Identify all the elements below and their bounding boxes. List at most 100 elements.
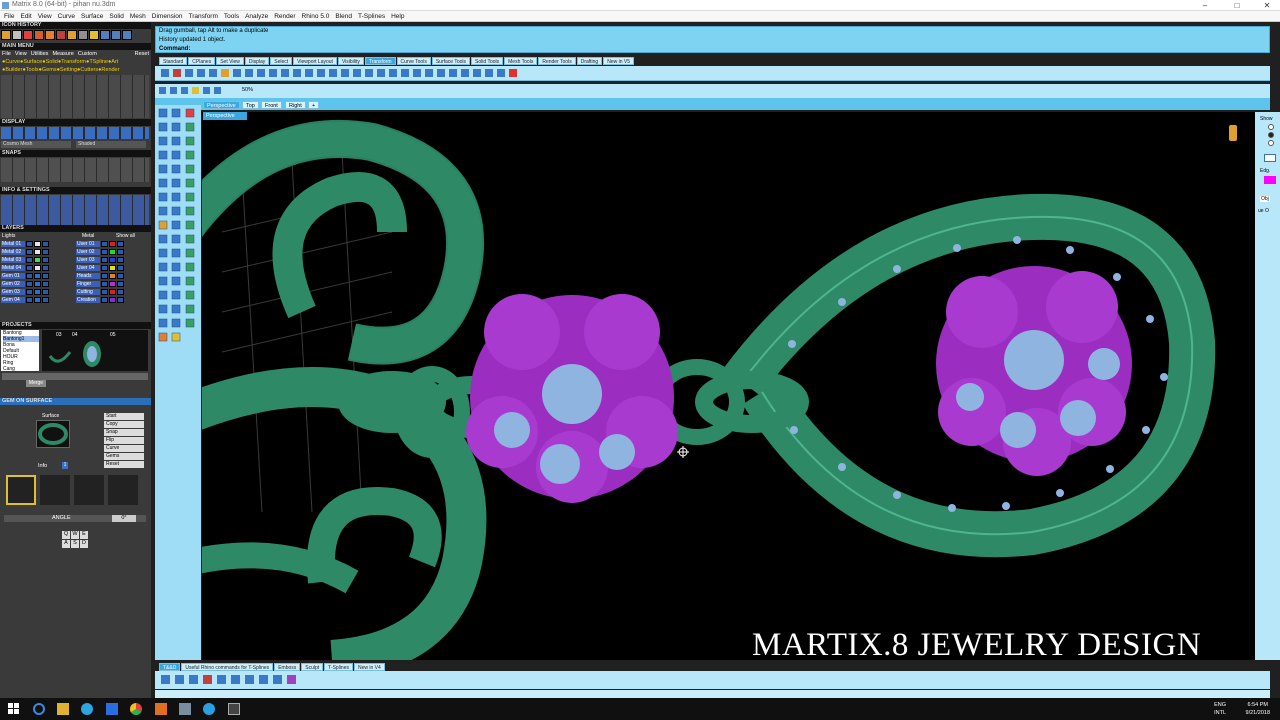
layer-color-swatch[interactable] <box>34 296 41 303</box>
layer-row[interactable]: Gem 04 <box>1 296 49 303</box>
layer-toggle-icon[interactable] <box>101 288 108 295</box>
menu-dimension[interactable]: Dimension <box>152 13 183 20</box>
project-merge-button[interactable]: Merge <box>26 380 46 387</box>
menu-transform[interactable]: Transform <box>189 13 218 20</box>
layer-row[interactable]: Gem 01 <box>1 272 49 279</box>
maximize-button[interactable]: □ <box>1222 0 1252 11</box>
key-s[interactable]: S <box>71 540 79 548</box>
add-viewport-tab-icon[interactable]: + <box>308 101 320 109</box>
tool-grid[interactable] <box>1 75 149 118</box>
viewport-tab-front[interactable]: Front <box>261 101 282 109</box>
menu-rhino[interactable]: Rhino 5.0 <box>302 13 330 20</box>
osnap-icons[interactable] <box>159 86 229 96</box>
layer-toggle-icon[interactable] <box>117 272 124 279</box>
layer-row[interactable]: Creation <box>76 296 124 303</box>
toolbar-tab-10[interactable]: Solid Tools <box>471 57 504 65</box>
toolbar-tab-5[interactable]: Viewport Layout <box>293 57 337 65</box>
layer-row[interactable]: Finger <box>76 280 124 287</box>
layer-row[interactable]: Gem 03 <box>1 288 49 295</box>
layer-row[interactable]: Gem 02 <box>1 280 49 287</box>
menu-render[interactable]: Render <box>274 13 295 20</box>
layer-toggle-icon[interactable] <box>42 240 49 247</box>
toolbar-tab-1[interactable]: CPlanes <box>188 57 216 65</box>
toolbar-tab-12[interactable]: Render Tools <box>538 57 576 65</box>
key-a[interactable]: A <box>62 540 70 548</box>
layer-row[interactable]: Metal 04 <box>1 264 49 271</box>
edge-browser-icon[interactable] <box>33 703 45 715</box>
history-icon-3[interactable] <box>23 30 33 40</box>
layer-toggle-icon[interactable] <box>117 248 124 255</box>
bottom-tab-2[interactable]: Emboss <box>274 663 301 671</box>
toolbar-tab-7[interactable]: Transform <box>364 57 396 65</box>
menu-blend[interactable]: Blend <box>335 13 352 20</box>
layer-color-swatch[interactable] <box>34 264 41 271</box>
layer-row[interactable]: User 03 <box>76 256 124 263</box>
minimize-button[interactable]: – <box>1190 0 1220 11</box>
menu-file[interactable]: File <box>4 13 14 20</box>
taskbar-clock[interactable]: 6:54 PM 9/21/2018 <box>1246 701 1270 717</box>
key-q[interactable]: Q <box>62 531 70 539</box>
right-obj-button[interactable]: Obj <box>1260 196 1270 202</box>
layer-toggle-icon[interactable] <box>42 288 49 295</box>
toolbar-tab-9[interactable]: Surface Tools <box>431 57 471 65</box>
menu-view[interactable]: View <box>38 13 52 20</box>
gos-button-reset[interactable]: Reset <box>104 461 144 468</box>
layer-color-swatch[interactable] <box>109 240 116 247</box>
layer-color-swatch[interactable] <box>34 256 41 263</box>
show-radio-3[interactable] <box>1268 140 1274 146</box>
gem-shape-heart-icon[interactable] <box>108 475 138 505</box>
layer-row[interactable]: Heads <box>76 272 124 279</box>
angle-input[interactable]: 0° <box>112 515 136 522</box>
bottom-tab-3[interactable]: Sculpt <box>301 663 324 671</box>
gem-shape-round-icon[interactable] <box>6 475 36 505</box>
key-e[interactable]: E <box>80 531 88 539</box>
main-menu-categories-1[interactable]: ●Curve●Surface●Solid●Transform●TSpline●A… <box>2 59 118 65</box>
bottom-tab-0[interactable]: T&&D <box>159 663 181 671</box>
history-icon-4[interactable] <box>34 30 44 40</box>
key-d[interactable]: D <box>80 540 88 548</box>
gos-info-value[interactable]: 1 <box>62 462 68 469</box>
bottom-tab-4[interactable]: T-Splines <box>324 663 353 671</box>
layers-metal-label[interactable]: Metal <box>82 233 94 239</box>
main-menu-measure[interactable]: Measure <box>52 51 73 57</box>
layer-toggle-icon[interactable] <box>117 240 124 247</box>
display-mode-2[interactable]: Shaded <box>76 141 146 148</box>
history-icon-6[interactable] <box>56 30 66 40</box>
task-app-icon[interactable] <box>106 703 118 715</box>
history-icon-2[interactable] <box>12 30 22 40</box>
project-thumbnails[interactable]: 03 04 05 <box>42 330 148 371</box>
viewport-label[interactable]: Perspective <box>203 112 247 120</box>
layer-toggle-icon[interactable] <box>101 296 108 303</box>
main-menu-custom[interactable]: Custom <box>78 51 97 57</box>
layer-color-swatch[interactable] <box>109 248 116 255</box>
layer-row[interactable]: User 02 <box>76 248 124 255</box>
main-menu-categories-2[interactable]: ●Builder●Tools●Gems●Setting●Cutters●Rend… <box>2 67 119 73</box>
layer-toggle-icon[interactable] <box>101 264 108 271</box>
gos-button-curve[interactable]: Curve <box>104 445 144 452</box>
gos-button-start[interactable]: Start <box>104 413 144 420</box>
toolbar-tab-8[interactable]: Curve Tools <box>396 57 431 65</box>
command-prompt[interactable]: Command: <box>156 45 1269 54</box>
layer-color-swatch[interactable] <box>34 280 41 287</box>
layer-color-swatch[interactable] <box>109 296 116 303</box>
layer-toggle-icon[interactable] <box>101 256 108 263</box>
layer-toggle-icon[interactable] <box>42 264 49 271</box>
layer-color-swatch[interactable] <box>109 288 116 295</box>
language-indicator[interactable]: ENG INTL <box>1214 701 1226 717</box>
layer-toggle-icon[interactable] <box>42 256 49 263</box>
layer-toggle-icon[interactable] <box>26 280 33 287</box>
history-icon-11[interactable] <box>111 30 121 40</box>
layer-color-swatch[interactable] <box>109 272 116 279</box>
history-icon-7[interactable] <box>67 30 77 40</box>
close-button[interactable]: ✕ <box>1252 0 1280 11</box>
photos-icon[interactable] <box>228 703 240 715</box>
layer-toggle-icon[interactable] <box>101 240 108 247</box>
printer-icon[interactable] <box>179 703 191 715</box>
menu-tsplines[interactable]: T-Splines <box>358 13 385 20</box>
viewport-tab-right[interactable]: Right <box>285 101 306 109</box>
layer-toggle-icon[interactable] <box>26 264 33 271</box>
menu-analyze[interactable]: Analyze <box>245 13 268 20</box>
gem-shape-pear-icon[interactable] <box>74 475 104 505</box>
show-radio-1[interactable] <box>1268 124 1274 130</box>
gos-preview[interactable] <box>36 420 70 448</box>
